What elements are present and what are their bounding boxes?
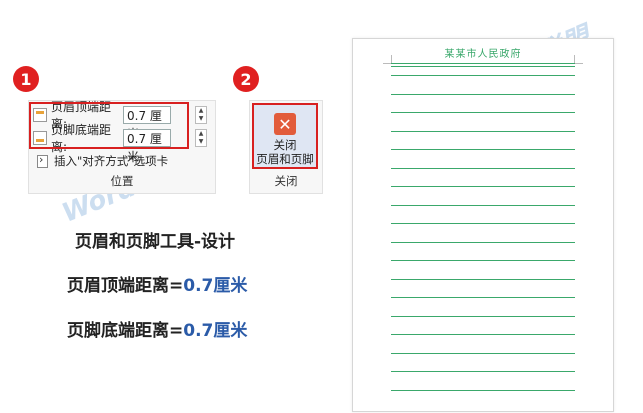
insert-alignment-tab-label: 插入"对齐方式"选项卡 xyxy=(54,154,169,168)
ruled-line xyxy=(391,279,575,280)
close-group: ✕ 关闭 页眉和页脚 关闭 xyxy=(249,100,323,194)
header-distance-spinner[interactable]: ▲ ▼ xyxy=(195,106,207,124)
close-x-icon: ✕ xyxy=(274,113,296,135)
ruled-line xyxy=(391,223,575,224)
header-rule-line xyxy=(391,66,575,67)
ruled-line xyxy=(391,334,575,335)
header-rule-line xyxy=(391,63,575,64)
ruled-line xyxy=(391,149,575,150)
ruled-line xyxy=(391,353,575,354)
caption-header-distance: 页眉顶端距离=0.7厘米 xyxy=(67,276,248,296)
spin-up-icon[interactable]: ▲ xyxy=(199,108,204,114)
position-group-label: 位置 xyxy=(110,174,134,188)
footer-distance-spinner[interactable]: ▲ ▼ xyxy=(195,129,207,147)
caption-title: 页眉和页脚工具-设计 xyxy=(75,232,236,252)
document-page-preview: 某某市人民政府 xyxy=(352,38,614,412)
insert-alignment-tab-button[interactable]: 插入"对齐方式"选项卡 xyxy=(37,153,168,169)
caption-footer-distance: 页脚底端距离=0.7厘米 xyxy=(67,321,248,341)
spin-down-icon[interactable]: ▼ xyxy=(199,116,204,122)
ruled-line xyxy=(391,186,575,187)
ruled-line xyxy=(391,242,575,243)
close-button-label: 关闭 页眉和页脚 xyxy=(256,138,314,166)
ruled-line xyxy=(391,131,575,132)
ruled-line xyxy=(391,112,575,113)
insert-tab-icon xyxy=(37,153,48,168)
ruled-line xyxy=(391,205,575,206)
spin-up-icon[interactable]: ▲ xyxy=(199,131,204,137)
ruled-line xyxy=(391,260,575,261)
ruled-line xyxy=(391,297,575,298)
ruled-line xyxy=(391,94,575,95)
close-header-footer-button[interactable]: ✕ 关闭 页眉和页脚 xyxy=(252,103,318,169)
ruled-line xyxy=(391,316,575,317)
ruled-line xyxy=(391,75,575,76)
ruled-line xyxy=(391,390,575,391)
margin-corner-mark xyxy=(574,55,583,64)
close-group-label: 关闭 xyxy=(274,174,298,188)
distance-highlight-frame xyxy=(29,102,189,149)
step-badge-2: 2 xyxy=(233,66,259,92)
step-badge-1: 1 xyxy=(13,66,39,92)
ruled-line xyxy=(391,371,575,372)
spin-down-icon[interactable]: ▼ xyxy=(199,139,204,145)
position-group: 页眉顶端距离: 0.7 厘米 ▲ ▼ 页脚底端距离: 0.7 厘米 ▲ ▼ 插入… xyxy=(28,100,216,194)
ruled-line xyxy=(391,168,575,169)
